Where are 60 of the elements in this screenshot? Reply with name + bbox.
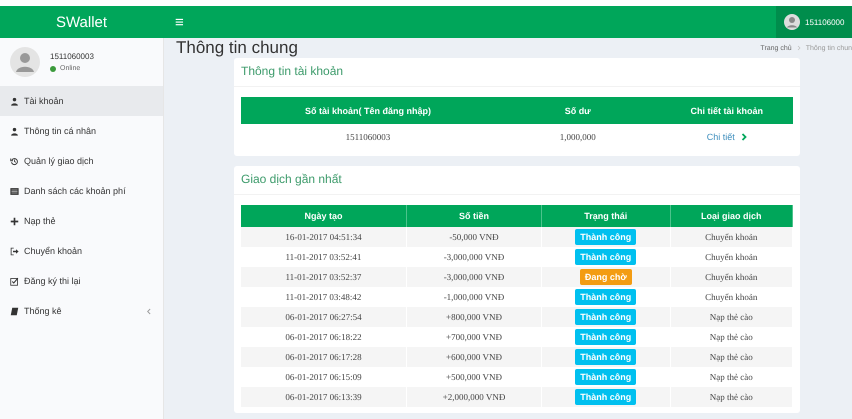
column-header: Loại giao dịch xyxy=(670,205,792,227)
user-name: 1511060003 xyxy=(50,52,94,61)
card-title: Thông tin tài khoản xyxy=(234,58,800,87)
column-header: Số tiền xyxy=(406,205,542,227)
user-menu[interactable]: 151106000 xyxy=(776,6,852,38)
status-badge: Thành công xyxy=(575,389,636,405)
table-cell: Chuyển khoản xyxy=(670,227,792,247)
sidebar-item[interactable]: Quản lý giao dịch xyxy=(0,146,163,176)
book-icon xyxy=(10,306,19,316)
column-header: Số dư xyxy=(494,97,660,124)
table-cell: -3,000,000 VNĐ xyxy=(406,267,542,287)
sidebar-item[interactable]: Thông tin cá nhân xyxy=(0,116,163,146)
status-badge: Đang chờ xyxy=(580,269,632,285)
chevron-icon xyxy=(146,308,151,314)
sidebar-item[interactable]: Đăng ký thi lại xyxy=(0,266,163,296)
table-cell: Nạp thẻ cào xyxy=(670,347,792,367)
avatar-icon xyxy=(784,14,800,30)
table-cell: Nạp thẻ cào xyxy=(670,307,792,327)
page-title: Thông tin chung xyxy=(176,38,299,58)
status-badge: Thành công xyxy=(575,229,636,245)
table-cell: 06-01-2017 06:27:54 xyxy=(241,307,406,327)
sidebar-item[interactable]: Nạp thẻ xyxy=(0,206,163,236)
avatar-icon xyxy=(10,47,40,77)
sidebar-item[interactable]: Thống kê xyxy=(0,296,163,326)
plus-icon xyxy=(10,216,19,226)
table-cell: 1,000,000 xyxy=(494,124,660,150)
status-badge: Thành công xyxy=(575,329,636,345)
status-badge: Thành công xyxy=(575,309,636,325)
list-icon xyxy=(10,186,19,196)
user-icon xyxy=(10,96,19,106)
table-cell: 06-01-2017 06:13:39 xyxy=(241,387,406,407)
column-header: Trạng thái xyxy=(542,205,670,227)
chevron-icon xyxy=(796,45,801,51)
card-title: Giao dịch gần nhất xyxy=(234,166,800,195)
status-badge: Thành công xyxy=(575,369,636,385)
sign-in-icon xyxy=(10,246,19,256)
user-icon xyxy=(10,126,19,136)
column-header: Chi tiết tài khoản xyxy=(660,97,793,124)
table-cell: 1511060003 xyxy=(241,124,495,150)
sidebar-item[interactable]: Chuyển khoản xyxy=(0,236,163,266)
table-cell: 06-01-2017 06:17:28 xyxy=(241,347,406,367)
checkbox-icon xyxy=(10,276,19,286)
table-cell: 11-01-2017 03:52:37 xyxy=(241,267,406,287)
sidebar-item[interactable]: Tài khoản xyxy=(0,86,163,116)
table-cell: -50,000 VNĐ xyxy=(406,227,542,247)
table-cell: +800,000 VNĐ xyxy=(406,307,542,327)
table-cell: +600,000 VNĐ xyxy=(406,347,542,367)
table-cell: Chuyển khoản xyxy=(670,267,792,287)
column-header: Ngày tạo xyxy=(241,205,406,227)
sidebar-item[interactable]: Danh sách các khoản phí xyxy=(0,176,163,206)
history-icon xyxy=(10,156,19,166)
detail-link[interactable]: Chi tiết xyxy=(706,132,747,142)
table-cell: 16-01-2017 04:51:34 xyxy=(241,227,406,247)
status-badge: Thành công xyxy=(575,289,636,305)
chevron-icon xyxy=(740,133,747,141)
table-cell: +2,000,000 VNĐ xyxy=(406,387,542,407)
table-cell: Nạp thẻ cào xyxy=(670,387,792,407)
status-badge: Thành công xyxy=(575,249,636,265)
column-header: Số tài khoản( Tên đăng nhập) xyxy=(241,97,495,124)
status-badge: Thành công xyxy=(575,349,636,365)
